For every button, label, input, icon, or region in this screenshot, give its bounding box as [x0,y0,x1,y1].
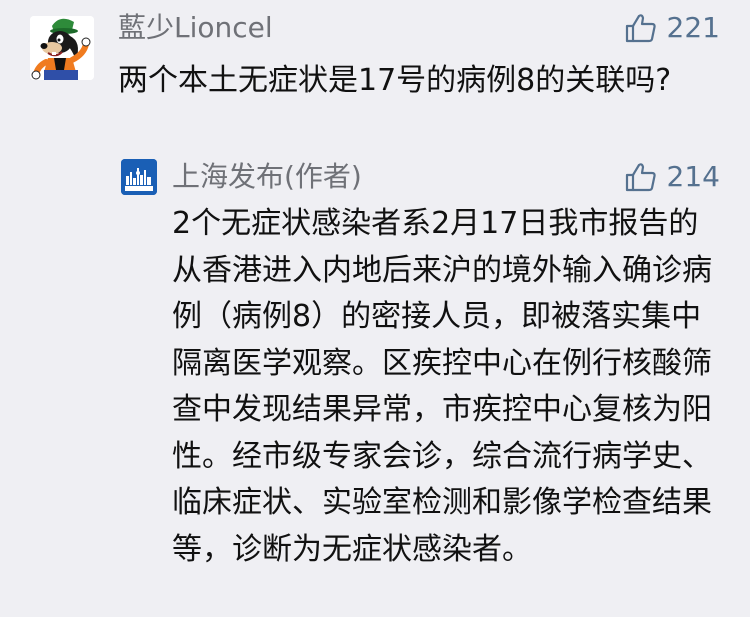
reply-author-name[interactable]: 上海发布(作者) [172,159,362,195]
shanghai-fabu-logo-icon [121,159,157,195]
comment-text: 两个本土无症状是17号的病例8的关联吗? [118,63,672,98]
reply-avatar[interactable] [121,159,157,195]
comment-thread: 藍少Lioncel 221 两个本土无症状是17号的病例8的关联吗? 上海发布(… [0,0,750,617]
comment-username[interactable]: 藍少Lioncel [118,10,273,46]
comment-like-count: 221 [666,11,720,44]
thumbs-up-icon [625,14,656,43]
reply-like-button[interactable]: 214 [625,159,720,195]
reply-like-count: 214 [666,160,720,193]
user-avatar[interactable] [30,16,94,80]
reply-text: 2个无症状感染者系2月17日我市报告的从香港进入内地后来沪的境外输入确诊病例（病… [172,206,712,567]
thumbs-up-icon [625,163,656,192]
goofy-avatar-icon [30,16,94,80]
comment-like-button[interactable]: 221 [625,10,720,46]
